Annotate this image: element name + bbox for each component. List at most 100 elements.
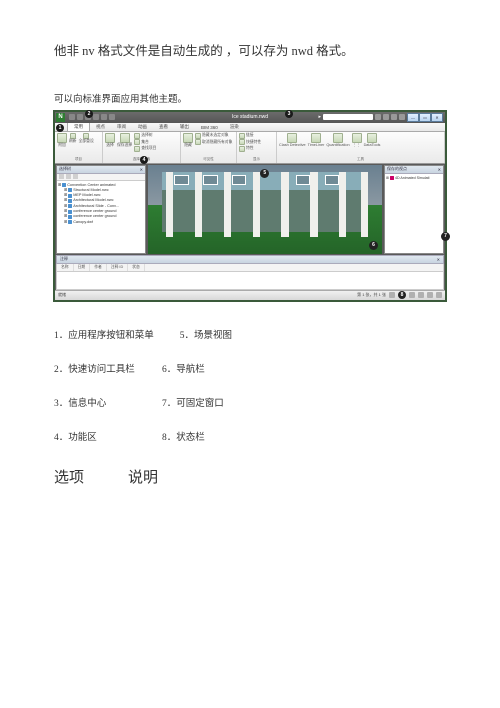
qat-button[interactable] xyxy=(109,114,115,120)
list-item[interactable]: ⊞4D Animated Simulati xyxy=(386,176,442,181)
panel-header[interactable]: 保存的视点 ✕ xyxy=(385,166,443,174)
ribbon-button[interactable]: 快捷特性 xyxy=(239,139,261,145)
ribbon-button[interactable]: TimeLiner xyxy=(308,133,325,147)
app-screenshot: 1 2 3 4 N Ice stadium.nwd ▸ — ▭ ✕ xyxy=(54,111,446,301)
subscription-icon[interactable] xyxy=(383,114,389,120)
tree-item[interactable]: ⊞Canopy.dwf xyxy=(58,220,144,225)
ribbon-button[interactable]: ⋮⋮ xyxy=(352,133,362,147)
close-icon[interactable]: ✕ xyxy=(438,167,441,172)
page-heading: 他非 nv 格式文件是自动生成的 ，可以存为 nwd 格式。 xyxy=(54,40,446,63)
col-header[interactable]: 注释 ID xyxy=(107,264,128,271)
ribbon-button[interactable]: 全部重设 xyxy=(79,133,94,143)
ribbon-button[interactable]: 集合 xyxy=(134,139,156,145)
marker-8: 8 xyxy=(398,291,406,299)
col-header[interactable]: 作者 xyxy=(90,264,107,271)
status-icon[interactable] xyxy=(409,292,415,298)
building-model xyxy=(162,172,368,233)
close-button[interactable]: ✕ xyxy=(431,113,443,122)
ribbon-button[interactable]: 取消隐藏所有对象 xyxy=(195,139,232,145)
panel-header[interactable]: 选择树 ✕ xyxy=(57,166,145,174)
legend-item: 2．快速访问工具栏 xyxy=(54,363,136,377)
ribbon-group-label: 项目 xyxy=(57,157,100,163)
sheet-indicator: 第 1 张，共 1 张 xyxy=(357,292,386,298)
tab-review[interactable]: 审阅 xyxy=(111,123,132,131)
tab-render[interactable]: 渲染 xyxy=(224,123,245,131)
maximize-button[interactable]: ▭ xyxy=(419,113,431,122)
marker-4: 4 xyxy=(140,156,148,164)
qat-button[interactable] xyxy=(69,114,75,120)
ribbon-button[interactable]: 刷新 xyxy=(69,133,77,143)
ribbon-group-label: 显示 xyxy=(239,157,274,163)
ribbon-button[interactable]: Clash Detective xyxy=(279,133,306,147)
comments-columns: 名称 日期 作者 注释 ID 状态 xyxy=(56,264,444,272)
ribbon-button[interactable]: 查找项目 xyxy=(134,146,156,152)
saved-viewpoints-panel: 保存的视点 ✕ ⊞4D Animated Simulati xyxy=(384,165,444,254)
status-icon[interactable] xyxy=(427,292,433,298)
marker-5: 5 xyxy=(260,169,269,178)
scene-view[interactable]: 5 6 xyxy=(148,165,382,254)
viewpoints-list[interactable]: ⊞4D Animated Simulati xyxy=(385,174,443,253)
marker-1: 1 xyxy=(56,124,64,132)
exchange-icon[interactable] xyxy=(391,114,397,120)
close-icon[interactable]: ✕ xyxy=(437,257,440,262)
ribbon-tabs: 常用 视点 审阅 动画 查看 输出 BIM 360 渲染 xyxy=(55,123,445,132)
tab-viewpoint[interactable]: 视点 xyxy=(90,123,111,131)
infocenter: ▸ — ▭ ✕ xyxy=(318,113,445,122)
ribbon-button[interactable]: DataTools xyxy=(364,133,381,147)
tab-animation[interactable]: 动画 xyxy=(132,123,153,131)
ribbon: 附加 刷新 全部重设 项目 选择 保存选择 选择树 集合 查找项目 选择和搜索 … xyxy=(55,132,445,164)
ribbon-group-label: 可见性 xyxy=(183,157,234,163)
col-header[interactable]: 状态 xyxy=(128,264,145,271)
status-bar: 就绪 第 1 张，共 1 张 8 xyxy=(55,290,445,300)
work-area: 选择树 ✕ ⊞Convention Center animated ⊞Struc… xyxy=(55,164,445,255)
section-header: 选项 说明 xyxy=(54,466,446,487)
col-header[interactable]: 日期 xyxy=(74,264,91,271)
qat-button[interactable] xyxy=(93,114,99,120)
selection-tree[interactable]: ⊞Convention Center animated ⊞Structural … xyxy=(57,181,145,253)
legend-item: 7．可固定窗口 xyxy=(162,397,244,411)
qat-button[interactable] xyxy=(101,114,107,120)
legend-item: 1．应用程序按钮和菜单 xyxy=(54,329,154,343)
tab-home[interactable]: 常用 xyxy=(67,122,90,131)
ribbon-button[interactable]: 保存选择 xyxy=(117,133,132,147)
window-title: Ice stadium.nwd xyxy=(232,114,268,120)
status-icon[interactable] xyxy=(418,292,424,298)
section-option-header: 选项 xyxy=(54,466,84,487)
tab-output[interactable]: 输出 xyxy=(174,123,195,131)
marker-6: 6 xyxy=(369,241,378,250)
ribbon-button[interactable]: 选择树 xyxy=(134,133,156,139)
qat-button[interactable] xyxy=(77,114,83,120)
tab-bim360[interactable]: BIM 360 xyxy=(195,124,224,131)
ribbon-button[interactable]: 隐藏未选定对象 xyxy=(195,133,232,139)
ribbon-button[interactable]: Quantification xyxy=(326,133,349,147)
toolbar-icon[interactable] xyxy=(66,174,71,179)
legend-item: 6．导航栏 xyxy=(162,363,244,377)
toolbar-icon[interactable] xyxy=(73,174,78,179)
status-icon[interactable] xyxy=(436,292,442,298)
search-icon[interactable] xyxy=(375,114,381,120)
comments-panel-header[interactable]: 注释 ✕ xyxy=(56,255,444,264)
titlebar: N Ice stadium.nwd ▸ — ▭ ✕ xyxy=(55,112,445,123)
marker-7: 7 xyxy=(441,232,450,241)
ribbon-button[interactable]: 隐藏 xyxy=(183,133,193,147)
search-input[interactable] xyxy=(323,114,373,120)
toolbar-icon[interactable] xyxy=(59,174,64,179)
legend: 1．应用程序按钮和菜单 5．场景视图 2．快速访问工具栏 6．导航栏 3．信息中… xyxy=(54,329,446,446)
ribbon-button[interactable]: 特性 xyxy=(239,146,254,152)
tab-view[interactable]: 查看 xyxy=(153,123,174,131)
ribbon-button[interactable]: 链接 xyxy=(239,133,254,139)
close-icon[interactable]: ✕ xyxy=(140,167,143,172)
ribbon-button[interactable]: 选择 xyxy=(105,133,115,147)
comments-body xyxy=(56,272,444,290)
ribbon-group-label: 工具 xyxy=(279,157,442,163)
legend-item: 4．功能区 xyxy=(54,431,136,445)
help-icon[interactable] xyxy=(399,114,405,120)
col-header[interactable]: 名称 xyxy=(57,264,74,271)
marker-2: 2 xyxy=(85,110,93,118)
legend-item: 3．信息中心 xyxy=(54,397,136,411)
status-icon[interactable] xyxy=(389,292,395,298)
marker-3: 3 xyxy=(285,110,293,118)
minimize-button[interactable]: — xyxy=(407,113,419,122)
app-icon[interactable]: N xyxy=(56,113,65,122)
ribbon-button[interactable]: 附加 xyxy=(57,133,67,147)
